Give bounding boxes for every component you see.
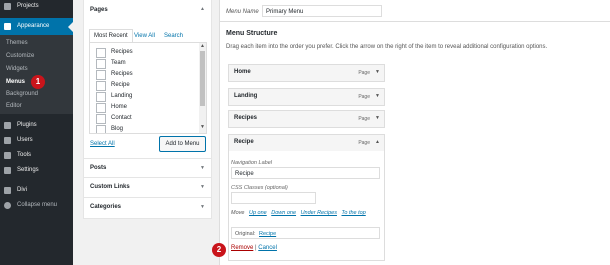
expand-arrow-icon[interactable]: ▼ — [375, 69, 380, 75]
expand-arrow-icon[interactable]: ▼ — [200, 184, 205, 190]
checkbox[interactable] — [96, 81, 106, 91]
step-badge-2: 2 — [212, 243, 226, 257]
categories-section-title: Categories — [90, 204, 122, 210]
checkbox[interactable] — [96, 114, 106, 124]
divider — [220, 21, 610, 22]
menu-item-landing[interactable]: Landing Page ▼ — [228, 88, 385, 106]
users-icon — [4, 137, 11, 144]
tab-search[interactable]: Search — [164, 33, 183, 39]
admin-sidebar: Projects Appearance Themes Customize Wid… — [0, 0, 73, 265]
menu-item-recipes[interactable]: Recipes Page ▼ — [228, 110, 385, 128]
checkbox[interactable] — [96, 125, 106, 133]
collapse-arrow-icon[interactable]: ▲ — [200, 6, 205, 12]
checkbox[interactable] — [96, 70, 106, 80]
remove-cancel-row: Remove | Cancel — [231, 245, 277, 251]
sidebar-item-plugins[interactable]: Plugins — [0, 118, 73, 133]
remove-link[interactable]: Remove — [231, 245, 253, 251]
divi-icon — [4, 187, 11, 194]
original-box: Original: Recipe — [231, 227, 380, 239]
categories-section[interactable]: Categories ▼ — [83, 197, 212, 219]
original-link[interactable]: Recipe — [259, 231, 276, 237]
navigation-label-label: Navigation Label — [231, 160, 272, 166]
expand-arrow-icon[interactable]: ▼ — [375, 93, 380, 99]
pin-icon — [4, 3, 11, 10]
move-down-one-link[interactable]: Down one — [271, 210, 296, 216]
menu-structure-title: Menu Structure — [226, 30, 278, 37]
custom-links-section[interactable]: Custom Links ▼ — [83, 177, 212, 199]
sidebar-item-settings[interactable]: Settings — [0, 163, 73, 178]
submenu-item-menus[interactable]: Menus — [6, 79, 25, 85]
menu-name-input[interactable]: Primary Menu — [262, 5, 382, 17]
navigation-label-input[interactable]: Recipe — [231, 167, 380, 179]
scroll-down-icon[interactable]: ▼ — [200, 124, 205, 130]
sidebar-item-divi[interactable]: Divi — [0, 183, 73, 198]
collapse-icon — [4, 202, 11, 209]
scroll-thumb[interactable] — [200, 51, 205, 106]
sidebar-item-projects[interactable]: Projects — [0, 0, 73, 14]
menu-item-home[interactable]: Home Page ▼ — [228, 64, 385, 82]
css-classes-label: CSS Classes (optional) — [231, 185, 288, 191]
custom-links-section-title: Custom Links — [90, 184, 130, 190]
pages-section-title[interactable]: Pages — [90, 7, 108, 13]
sidebar-item-users[interactable]: Users — [0, 133, 73, 148]
posts-section-title: Posts — [90, 165, 107, 171]
checkbox[interactable] — [96, 103, 106, 113]
submenu-item-editor[interactable]: Editor — [6, 103, 22, 109]
submenu-item-customize[interactable]: Customize — [6, 53, 34, 59]
posts-section[interactable]: Posts ▼ — [83, 158, 212, 179]
menu-name-label: Menu Name — [226, 9, 259, 15]
original-label: Original: — [235, 231, 256, 237]
list-scrollbar[interactable]: ▲ ▼ — [199, 43, 206, 133]
wrench-icon — [4, 152, 11, 159]
move-up-one-link[interactable]: Up one — [249, 210, 267, 216]
css-classes-input[interactable] — [231, 192, 316, 204]
menu-editor-panel: Menu Name Primary Menu Menu Structure Dr… — [219, 0, 610, 265]
settings-icon — [4, 167, 11, 174]
move-label: Move — [231, 210, 245, 216]
collapse-arrow-icon[interactable]: ▲ — [375, 139, 380, 145]
checkbox[interactable] — [96, 92, 106, 102]
step-badge-1: 1 — [31, 75, 45, 89]
submenu-item-widgets[interactable]: Widgets — [6, 66, 28, 72]
checkbox[interactable] — [96, 48, 106, 58]
expand-arrow-icon[interactable]: ▼ — [200, 165, 205, 171]
tab-view-all[interactable]: View All — [134, 33, 155, 39]
submenu-item-background[interactable]: Background — [6, 91, 38, 97]
cancel-link[interactable]: Cancel — [258, 245, 277, 251]
separator: | — [255, 245, 257, 251]
submenu-item-themes[interactable]: Themes — [6, 40, 28, 46]
scroll-up-icon[interactable]: ▲ — [200, 43, 205, 49]
checkbox[interactable] — [96, 59, 106, 69]
sidebar-item-tools[interactable]: Tools — [0, 148, 73, 163]
move-to-top-link[interactable]: To the top — [342, 210, 366, 216]
expand-arrow-icon[interactable]: ▼ — [375, 115, 380, 121]
menu-item-settings: Navigation Label Recipe CSS Classes (opt… — [228, 151, 385, 261]
plug-icon — [4, 122, 11, 129]
collapse-menu-button[interactable]: Collapse menu — [0, 198, 73, 213]
select-all-link[interactable]: Select All — [90, 141, 115, 147]
add-to-menu-button[interactable]: Add to Menu — [159, 136, 206, 152]
sidebar-item-appearance[interactable]: Appearance — [0, 18, 73, 35]
move-under-recipes-link[interactable]: Under Recipes — [301, 210, 337, 216]
menu-structure-instructions: Drag each item into the order you prefer… — [226, 44, 548, 50]
pages-checklist: Recipes Team Recipes Recipe Landing Home… — [89, 42, 207, 134]
expand-arrow-icon[interactable]: ▼ — [200, 204, 205, 210]
menu-item-recipe[interactable]: Recipe Page ▲ — [228, 134, 385, 152]
tab-most-recent[interactable]: Most Recent — [89, 29, 133, 42]
paintbrush-icon — [4, 23, 11, 30]
move-row: Move Up one Down one Under Recipes To th… — [231, 210, 366, 216]
